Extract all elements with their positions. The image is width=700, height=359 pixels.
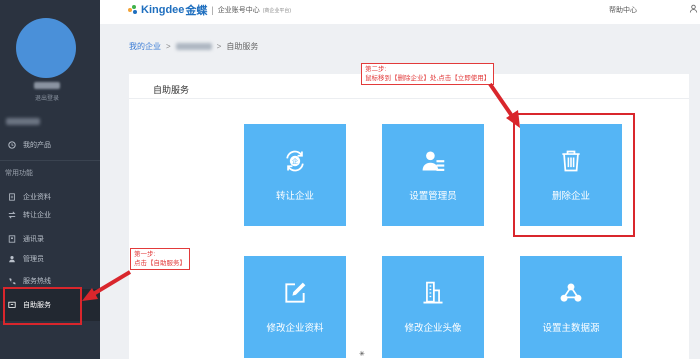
panel-title: 自助服务 bbox=[153, 85, 190, 95]
admin-icon bbox=[7, 255, 16, 264]
logo-cn: 金蝶 bbox=[185, 5, 208, 17]
logo-en: Kingdee bbox=[141, 4, 185, 16]
sidebar-item-company-info[interactable]: 企业资料 bbox=[0, 188, 100, 206]
user-name-blurred bbox=[34, 82, 60, 89]
center-title: 企业账号中心 bbox=[217, 7, 260, 14]
logout-link[interactable]: 退出登录 bbox=[22, 93, 72, 102]
tile-set-master-data-source[interactable]: 设置主数据源 bbox=[520, 256, 622, 358]
cursor-icon: ✳ bbox=[359, 351, 365, 358]
sidebar-item-label: 通讯录 bbox=[23, 236, 44, 243]
tile-set-admin[interactable]: 设置管理员 bbox=[382, 124, 484, 226]
sidebar-item-label: 转让企业 bbox=[23, 212, 51, 219]
breadcrumb-current: 自助服务 bbox=[226, 42, 259, 51]
annotation-step2: 第二步: 鼠标移到【删除企业】处,点击【立即使用】 bbox=[361, 63, 495, 85]
help-center-link[interactable]: 帮助中心 bbox=[609, 5, 637, 15]
breadcrumb-company-blurred[interactable] bbox=[175, 43, 212, 50]
sidebar-item-label: 企业资料 bbox=[23, 194, 51, 201]
tile-edit-company-avatar[interactable]: 修改企业头像 bbox=[382, 256, 484, 358]
edit-icon bbox=[285, 282, 306, 303]
contacts-icon bbox=[7, 235, 16, 244]
tile-label: 修改企业头像 bbox=[404, 323, 462, 334]
building-icon bbox=[423, 281, 443, 304]
sidebar-item-my-products[interactable]: 我的产品 bbox=[0, 136, 100, 154]
tile-edit-company-info[interactable]: 修改企业资料 bbox=[244, 256, 346, 358]
sidebar-item-label: 我的产品 bbox=[23, 142, 51, 149]
phone-icon bbox=[7, 277, 16, 286]
set-admin-icon bbox=[422, 151, 445, 171]
sidebar-item-admin[interactable]: 管理员 bbox=[0, 250, 100, 268]
tile-label: 转让企业 bbox=[275, 191, 314, 202]
kingdee-logo-icon bbox=[128, 5, 138, 15]
highlight-box-self-service bbox=[3, 287, 82, 325]
sidebar-item-contacts[interactable]: 通讯录 bbox=[0, 230, 100, 248]
tile-label: 设置主数据源 bbox=[542, 323, 600, 334]
sidebar-section-common: 常用功能 bbox=[5, 170, 33, 177]
sidebar-item-label: 管理员 bbox=[23, 256, 44, 263]
kingdee-logo[interactable]: Kingdee 金蝶 | 企业账号中心 (商企业平台) bbox=[128, 2, 291, 18]
clock-icon bbox=[7, 141, 16, 150]
data-source-icon bbox=[560, 283, 582, 302]
top-bar: Kingdee 金蝶 | 企业账号中心 (商企业平台) 帮助中心 bbox=[100, 0, 700, 24]
transfer-company-icon: 企 bbox=[286, 150, 304, 172]
highlight-box-delete-company bbox=[513, 113, 635, 237]
annotation-arrow-step2 bbox=[488, 82, 520, 128]
tile-label: 修改企业资料 bbox=[266, 323, 324, 334]
sidebar-item-label: 服务热线 bbox=[23, 278, 51, 285]
user-icon[interactable] bbox=[689, 4, 698, 15]
svg-text:企: 企 bbox=[292, 158, 298, 166]
sidebar-divider bbox=[0, 160, 100, 161]
tile-transfer-company[interactable]: 企 转让企业 bbox=[244, 124, 346, 226]
sidebar-item-transfer[interactable]: 转让企业 bbox=[0, 206, 100, 224]
transfer-icon bbox=[7, 211, 16, 220]
annotation-step1: 第一步: 点击【自助服务】 bbox=[130, 248, 190, 270]
avatar[interactable] bbox=[16, 18, 76, 78]
breadcrumb: 我的企业 > > 自助服务 bbox=[129, 41, 259, 52]
tile-label: 设置管理员 bbox=[409, 191, 457, 202]
breadcrumb-my-company[interactable]: 我的企业 bbox=[129, 41, 161, 52]
org-name-blurred bbox=[6, 118, 40, 125]
document-icon bbox=[7, 193, 16, 202]
center-subtitle: (商企业平台) bbox=[262, 7, 292, 14]
annotation-arrow-step1 bbox=[82, 270, 132, 301]
